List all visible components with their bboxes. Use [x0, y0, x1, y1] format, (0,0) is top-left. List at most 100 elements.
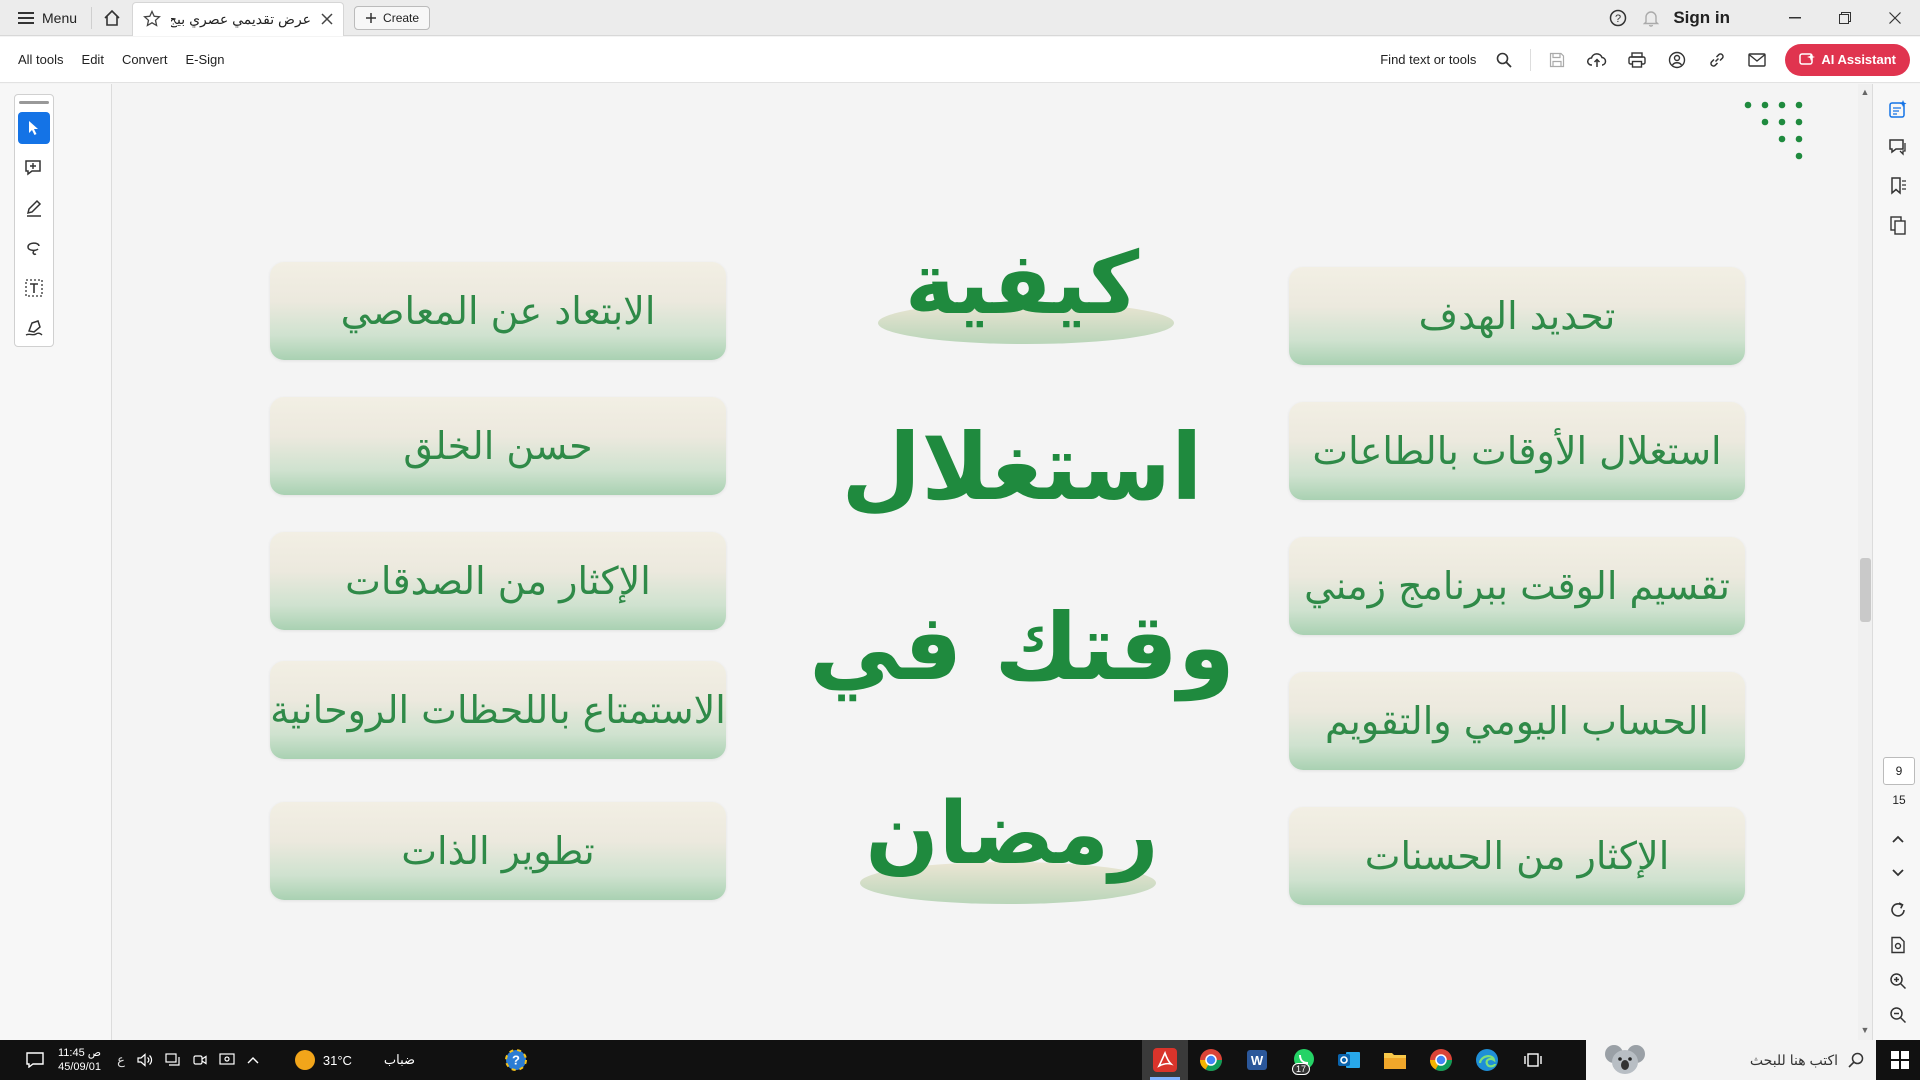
whatsapp-app[interactable]: 17 — [1280, 1040, 1326, 1080]
drag-handle[interactable] — [19, 101, 49, 104]
comments-panel-icon[interactable] — [1887, 136, 1909, 158]
text-box-icon — [24, 278, 44, 298]
right-item-1: تحديد الهدف — [1289, 267, 1745, 365]
current-page-input[interactable]: 9 — [1883, 757, 1915, 785]
minimize-button[interactable] — [1770, 0, 1820, 36]
chrome-profile-app[interactable] — [1188, 1040, 1234, 1080]
page-tools-icon[interactable] — [1887, 934, 1909, 956]
file-explorer-app[interactable] — [1372, 1040, 1418, 1080]
print-button[interactable] — [1617, 40, 1657, 80]
link-icon — [1708, 51, 1726, 69]
pages-panel-icon[interactable] — [1887, 214, 1909, 236]
close-tab-icon[interactable] — [321, 13, 333, 25]
scroll-thumb[interactable] — [1860, 558, 1871, 622]
help-app-icon[interactable]: ? — [505, 1049, 528, 1071]
folder-icon — [1383, 1049, 1407, 1071]
search-icon — [1848, 1052, 1864, 1068]
word-icon: W — [1245, 1048, 1269, 1072]
bookmarks-panel-icon[interactable] — [1887, 175, 1909, 197]
menu-label: Menu — [42, 9, 78, 26]
input-language[interactable]: ع — [117, 1052, 125, 1068]
draw-tool[interactable] — [18, 232, 50, 264]
upload-cloud-button[interactable] — [1577, 40, 1617, 80]
menu-all-tools[interactable]: All tools — [18, 52, 64, 67]
windows-start-button[interactable] — [1880, 1040, 1920, 1080]
meet-now-icon[interactable] — [193, 1053, 207, 1067]
network-icon[interactable] — [165, 1053, 181, 1067]
menu-esign[interactable]: E-Sign — [185, 52, 224, 67]
scroll-down-arrow-icon[interactable]: ▼ — [1859, 1024, 1871, 1036]
ai-assistant-button[interactable]: AI Assistant — [1785, 43, 1910, 76]
create-button[interactable]: Create — [354, 5, 431, 30]
right-item-1-text: تحديد الهدف — [1418, 294, 1616, 338]
search-button[interactable] — [1484, 40, 1524, 80]
decorative-dot — [1744, 101, 1752, 109]
bell-icon[interactable] — [1643, 9, 1660, 27]
close-window-button[interactable] — [1870, 0, 1920, 36]
text-select-tool[interactable] — [18, 272, 50, 304]
restore-button[interactable] — [1820, 0, 1870, 36]
home-button[interactable] — [92, 0, 132, 36]
clock-date: 45/09/01 — [58, 1061, 101, 1073]
windows-logo-icon — [1891, 1051, 1909, 1069]
zoom-out-icon[interactable] — [1887, 1004, 1909, 1026]
right-item-4: الحساب اليومي والتقويم — [1289, 672, 1745, 770]
menu-convert[interactable]: Convert — [122, 52, 168, 67]
quick-tools-rail — [14, 94, 54, 347]
clock-time: 11:45 ص — [58, 1047, 102, 1059]
right-item-2: استغلال الأوقات بالطاعات — [1289, 402, 1745, 500]
previous-page-icon[interactable] — [1887, 828, 1909, 850]
edge-app[interactable] — [1464, 1040, 1510, 1080]
title-bar-right: ? Sign in — [1609, 0, 1920, 36]
star-icon[interactable] — [143, 10, 161, 28]
chrome-icon — [1429, 1048, 1453, 1072]
taskbar-search[interactable]: اكتب هنا للبحث — [1586, 1040, 1876, 1080]
acrobat-app[interactable] — [1142, 1040, 1188, 1080]
left-item-1: الابتعاد عن المعاصي — [270, 262, 726, 360]
vertical-scrollbar[interactable]: ▲ ▼ — [1858, 84, 1872, 1040]
notifications-icon[interactable] — [26, 1052, 44, 1068]
save-icon — [1549, 52, 1565, 68]
document-tab[interactable]: عرض تقديمي عصري بيج و .. — [132, 1, 345, 36]
find-tools-label[interactable]: Find text or tools — [1380, 52, 1476, 67]
save-button[interactable] — [1537, 40, 1577, 80]
toolbar-right: Find text or tools AI Assistant — [1380, 37, 1920, 83]
left-item-1-text: الابتعاد عن المعاصي — [340, 289, 656, 333]
next-page-icon[interactable] — [1887, 862, 1909, 884]
sign-tool[interactable] — [18, 312, 50, 344]
cursor-icon — [26, 119, 42, 137]
outlook-app[interactable] — [1326, 1040, 1372, 1080]
task-view-app[interactable] — [1510, 1040, 1556, 1080]
all-tools-panel-icon[interactable] — [1887, 98, 1909, 120]
left-item-3: الإكثار من الصدقات — [270, 532, 726, 630]
volume-icon[interactable] — [137, 1053, 153, 1067]
right-item-2-text: استغلال الأوقات بالطاعات — [1312, 429, 1722, 473]
rotate-icon[interactable] — [1887, 899, 1909, 921]
email-button[interactable] — [1737, 40, 1777, 80]
show-hidden-icons-chevron-icon[interactable] — [247, 1056, 259, 1064]
decorative-dot-pattern — [1744, 101, 1803, 160]
title-word-3: وقتك في — [809, 594, 1235, 701]
word-app[interactable]: W — [1234, 1040, 1280, 1080]
copy-link-button[interactable] — [1697, 40, 1737, 80]
menu-edit[interactable]: Edit — [82, 52, 104, 67]
share-user-button[interactable] — [1657, 40, 1697, 80]
menu-button[interactable]: Menu — [0, 0, 91, 36]
clock[interactable]: 11:45 ص 45/09/01 — [58, 1046, 101, 1074]
right-item-5: الإكثار من الحسنات — [1289, 807, 1745, 905]
zoom-in-icon[interactable] — [1887, 970, 1909, 992]
decorative-dot — [1795, 101, 1803, 109]
weather-widget[interactable]: 31°C ضباب — [294, 1050, 415, 1070]
decorative-dot — [1795, 135, 1803, 143]
display-icon[interactable] — [219, 1053, 235, 1067]
select-tool[interactable] — [18, 112, 50, 144]
highlight-tool[interactable] — [18, 192, 50, 224]
left-tool-panel — [0, 84, 112, 1040]
help-icon[interactable]: ? — [1609, 9, 1627, 27]
add-comment-tool[interactable] — [18, 152, 50, 184]
weather-temperature: 31°C — [322, 1052, 352, 1068]
sign-in-link[interactable]: Sign in — [1673, 8, 1730, 28]
chrome-app[interactable] — [1418, 1040, 1464, 1080]
document-canvas[interactable]: الابتعاد عن المعاصي حسن الخلق الإكثار من… — [112, 84, 1812, 1040]
scroll-up-arrow-icon[interactable]: ▲ — [1859, 86, 1871, 98]
